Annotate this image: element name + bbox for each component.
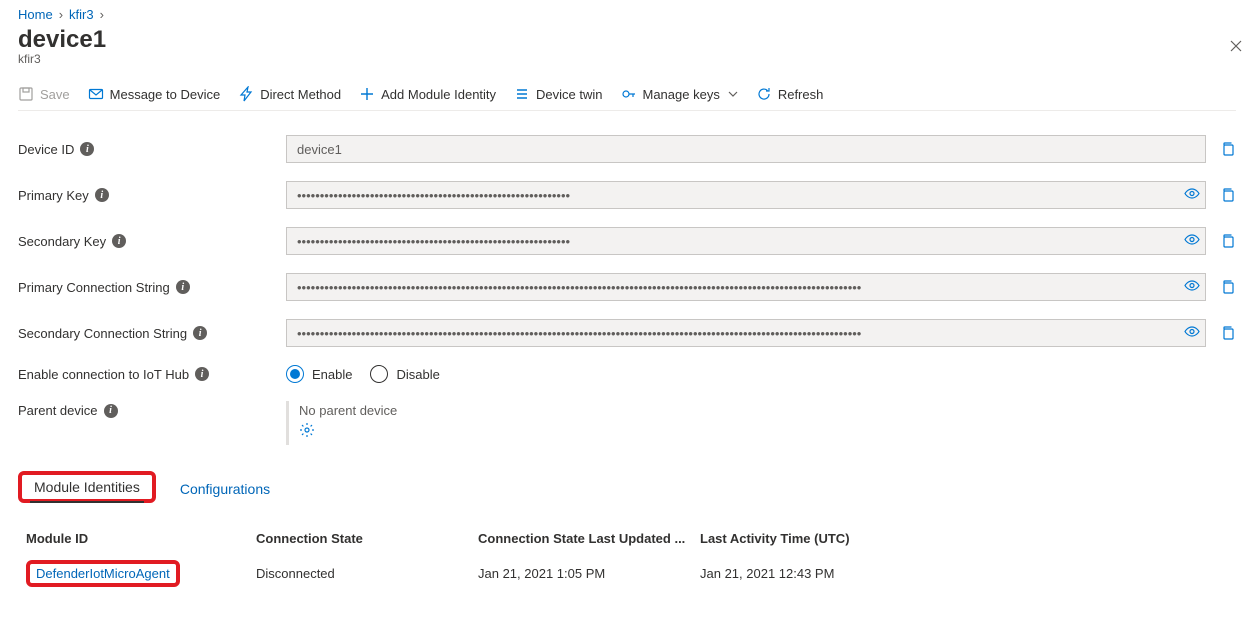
highlight-module-identities: Module Identities [18, 471, 156, 503]
primary-cs-label: Primary Connection String [18, 280, 170, 295]
cell-conn-state: Disconnected [256, 566, 478, 581]
highlight-module-link: DefenderIotMicroAgent [26, 560, 180, 587]
info-icon[interactable]: i [195, 367, 209, 381]
close-icon[interactable] [1228, 38, 1244, 57]
save-button: Save [18, 86, 70, 102]
refresh-button[interactable]: Refresh [756, 86, 824, 102]
tabs: Module Identities Configurations [18, 471, 1236, 503]
info-icon[interactable]: i [112, 234, 126, 248]
message-to-device-button[interactable]: Message to Device [88, 86, 221, 102]
chevron-down-icon [728, 87, 738, 102]
chevron-right-icon: › [59, 7, 63, 22]
copy-icon[interactable] [1220, 279, 1236, 295]
primary-key-input[interactable] [286, 181, 1206, 209]
title-row: device1 [18, 26, 1236, 54]
copy-icon[interactable] [1220, 325, 1236, 341]
device-form: Device ID i Primary Key i Secondary Key i [18, 135, 1236, 445]
manage-keys-button[interactable]: Manage keys [621, 86, 738, 102]
table-row: DefenderIotMicroAgent Disconnected Jan 2… [18, 556, 1236, 591]
eye-icon[interactable] [1184, 232, 1200, 251]
parent-device-label: Parent device [18, 403, 98, 418]
add-module-identity-button[interactable]: Add Module Identity [359, 86, 496, 102]
device-twin-button[interactable]: Device twin [514, 86, 602, 102]
secondary-cs-label: Secondary Connection String [18, 326, 187, 341]
info-icon[interactable]: i [80, 142, 94, 156]
module-table-header: Module ID Connection State Connection St… [18, 521, 1236, 556]
info-icon[interactable]: i [193, 326, 207, 340]
breadcrumb-hub[interactable]: kfir3 [69, 7, 94, 22]
cell-last-activity: Jan 21, 2021 12:43 PM [700, 566, 1228, 581]
info-icon[interactable]: i [104, 404, 118, 418]
gear-icon[interactable] [299, 422, 315, 438]
mail-icon [88, 86, 104, 102]
enable-radio[interactable]: Enable [286, 365, 352, 383]
refresh-icon [756, 86, 772, 102]
page-title: device1 [18, 26, 106, 54]
module-id-link[interactable]: DefenderIotMicroAgent [36, 566, 170, 581]
eye-icon[interactable] [1184, 324, 1200, 343]
col-conn-updated: Connection State Last Updated ... [478, 531, 700, 546]
copy-icon[interactable] [1220, 233, 1236, 249]
enable-conn-label: Enable connection to IoT Hub [18, 367, 189, 382]
no-parent-text: No parent device [299, 403, 397, 418]
col-module-id: Module ID [26, 531, 256, 546]
lightning-icon [238, 86, 254, 102]
key-icon [621, 86, 637, 102]
primary-cs-input[interactable] [286, 273, 1206, 301]
secondary-cs-input[interactable] [286, 319, 1206, 347]
primary-key-label: Primary Key [18, 188, 89, 203]
secondary-key-input[interactable] [286, 227, 1206, 255]
device-id-label: Device ID [18, 142, 74, 157]
col-conn-state: Connection State [256, 531, 478, 546]
eye-icon[interactable] [1184, 278, 1200, 297]
breadcrumb: Home › kfir3 › [18, 0, 1236, 22]
save-icon [18, 86, 34, 102]
cell-conn-updated: Jan 21, 2021 1:05 PM [478, 566, 700, 581]
page-subtitle: kfir3 [18, 52, 1236, 66]
tab-module-identities[interactable]: Module Identities [30, 473, 144, 503]
direct-method-button[interactable]: Direct Method [238, 86, 341, 102]
info-icon[interactable]: i [95, 188, 109, 202]
chevron-right-icon: › [100, 7, 104, 22]
disable-radio[interactable]: Disable [370, 365, 439, 383]
breadcrumb-home[interactable]: Home [18, 7, 53, 22]
eye-icon[interactable] [1184, 186, 1200, 205]
toolbar: Save Message to Device Direct Method Add… [18, 76, 1236, 111]
copy-icon[interactable] [1220, 141, 1236, 157]
copy-icon[interactable] [1220, 187, 1236, 203]
col-last-activity: Last Activity Time (UTC) [700, 531, 1228, 546]
list-icon [514, 86, 530, 102]
secondary-key-label: Secondary Key [18, 234, 106, 249]
tab-configurations[interactable]: Configurations [176, 475, 274, 503]
device-id-input[interactable] [286, 135, 1206, 163]
info-icon[interactable]: i [176, 280, 190, 294]
plus-icon [359, 86, 375, 102]
